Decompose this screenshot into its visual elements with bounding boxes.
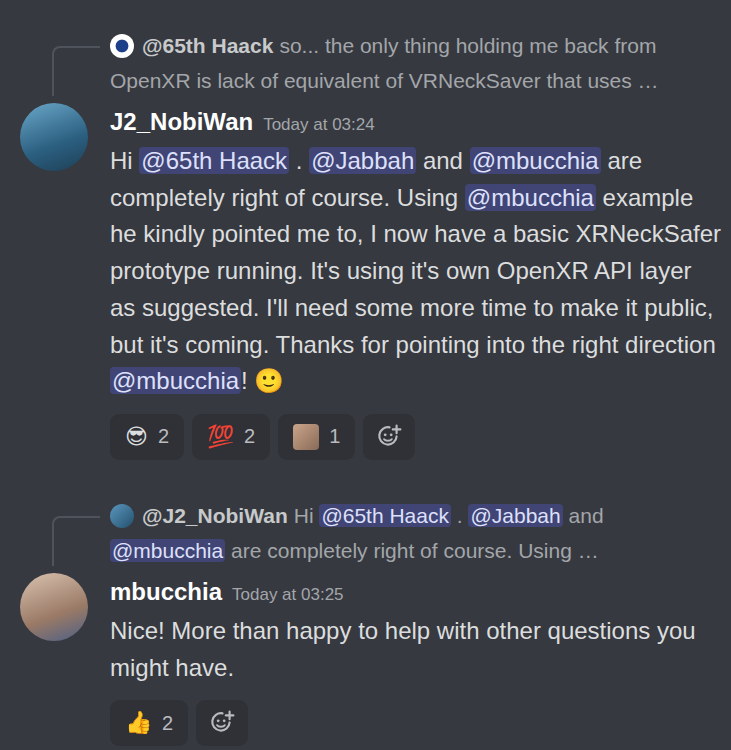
reply-preview[interactable]: @65th Haackso... the only thing holding … <box>110 28 721 98</box>
author-name[interactable]: mbucchia <box>110 578 222 605</box>
add-reaction-button[interactable] <box>196 700 248 746</box>
reactions: 😎2💯21 <box>110 414 721 460</box>
user-mention[interactable]: @Jabbah <box>309 147 416 174</box>
message-header: J2_NobiWan Today at 03:24 <box>110 103 721 143</box>
message-body: Nice! More than happy to help with other… <box>110 613 721 686</box>
user-mention[interactable]: @mbucchia <box>470 147 601 174</box>
user-avatar[interactable] <box>20 573 88 641</box>
message: @J2_NobiWanHi @65th Haack . @Jabbah and … <box>0 498 731 746</box>
user-mention[interactable]: @mbucchia <box>110 539 225 562</box>
reply-avatar[interactable] <box>110 504 134 528</box>
reaction-emoji: 😎 <box>125 424 148 450</box>
timestamp: Today at 03:24 <box>263 115 375 134</box>
add-reaction-icon <box>209 710 235 736</box>
user-mention[interactable]: @65th Haack <box>139 147 289 174</box>
reply-author[interactable]: @65th Haack <box>142 34 273 57</box>
message-header: mbucchia Today at 03:25 <box>110 573 721 613</box>
user-mention[interactable]: @mbucchia <box>465 184 596 211</box>
reaction-count: 2 <box>158 425 169 448</box>
message-content: J2_NobiWan Today at 03:24 Hi @65th Haack .… <box>110 103 721 460</box>
message-text: Hi <box>294 504 320 527</box>
user-mention[interactable]: @mbucchia <box>110 367 241 394</box>
author-name[interactable]: J2_NobiWan <box>110 108 253 135</box>
reaction[interactable]: 1 <box>278 414 355 460</box>
reaction[interactable]: 😎2 <box>110 414 184 460</box>
reaction-emoji: 👍 <box>125 710 152 736</box>
reply-author[interactable]: @J2_NobiWan <box>142 504 288 527</box>
reaction-count: 1 <box>329 425 340 448</box>
add-reaction-icon <box>376 424 402 450</box>
message: @65th Haackso... the only thing holding … <box>0 0 731 460</box>
reply-preview[interactable]: @J2_NobiWanHi @65th Haack . @Jabbah and … <box>110 498 721 568</box>
reaction-count: 2 <box>244 425 255 448</box>
user-mention[interactable]: @65th Haack <box>319 504 451 527</box>
timestamp: Today at 03:25 <box>232 585 344 604</box>
message-text: and <box>416 147 469 174</box>
custom-emoji <box>293 424 319 450</box>
message-text: . <box>289 147 309 174</box>
reply-spine <box>52 516 100 566</box>
user-mention[interactable]: @Jabbah <box>468 504 562 527</box>
reaction-count: 2 <box>162 712 173 735</box>
reply-avatar[interactable] <box>110 34 134 58</box>
reaction[interactable]: 💯2 <box>192 414 270 460</box>
reaction[interactable]: 👍2 <box>110 700 188 746</box>
message-text: and <box>563 504 604 527</box>
message-text: ! <box>241 367 254 394</box>
emoji: 🙂 <box>254 367 284 394</box>
message-text: are completely right of course. Using … <box>225 539 599 562</box>
message-body: Hi @65th Haack . @Jabbah and @mbucchia a… <box>110 143 721 400</box>
reactions: 👍2 <box>110 700 721 746</box>
add-reaction-button[interactable] <box>363 414 415 460</box>
user-avatar[interactable] <box>20 103 88 171</box>
reply-spine <box>52 46 100 96</box>
message-text: Hi <box>110 147 139 174</box>
message-text: Nice! More than happy to help with other… <box>110 617 696 681</box>
reaction-emoji: 💯 <box>207 424 234 450</box>
message-content: mbucchia Today at 03:25 Nice! More than ha… <box>110 573 721 746</box>
message-text: . <box>451 504 469 527</box>
